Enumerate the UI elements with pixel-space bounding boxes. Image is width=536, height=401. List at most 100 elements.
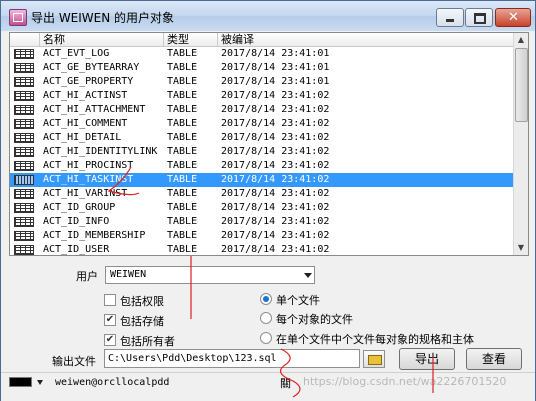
scroll-down-icon[interactable]: ▼ <box>514 241 528 255</box>
scroll-up-icon[interactable]: ▲ <box>514 33 528 47</box>
list-header: 名称 类型 被编译 <box>10 33 513 47</box>
table-row[interactable]: ACT_EVT_LOG TABLE 2017/8/14 23:41:01 <box>10 47 513 61</box>
table-row[interactable]: ACT_HI_DETAIL TABLE 2017/8/14 23:41:02 <box>10 131 513 145</box>
column-header-compiled[interactable]: 被编译 <box>218 33 513 46</box>
include-storage-label: 包括存储 <box>120 315 164 328</box>
include-storage-checkbox[interactable]: ✔ <box>104 314 116 326</box>
cell-name: ACT_HI_ATTACHMENT <box>43 104 146 115</box>
maximize-icon <box>474 13 486 24</box>
include-privileges-checkbox[interactable] <box>104 294 116 306</box>
view-button[interactable]: 查看 <box>466 348 522 370</box>
column-header-name[interactable]: 名称 <box>40 33 164 46</box>
table-row[interactable]: ACT_HI_PROCINST TABLE 2017/8/14 23:41:02 <box>10 159 513 173</box>
cell-compiled: 2017/8/14 23:41:02 <box>221 132 330 143</box>
table-icon <box>14 161 34 171</box>
cell-name: ACT_ID_USER <box>43 244 110 255</box>
include-owner-checkbox[interactable]: ✔ <box>104 334 116 346</box>
output-file-input[interactable]: C:\Users\Pdd\Desktop\123.sql <box>104 349 360 368</box>
cell-compiled: 2017/8/14 23:41:02 <box>221 230 330 241</box>
spec-and-body-label: 在单个文件中个文件每对象的规格和主体 <box>276 333 474 346</box>
table-icon <box>14 203 34 213</box>
cell-type: TABLE <box>167 244 198 255</box>
single-file-radio[interactable] <box>260 293 272 305</box>
cell-type: TABLE <box>167 146 198 157</box>
cell-compiled: 2017/8/14 23:41:02 <box>221 188 330 199</box>
cell-compiled: 2017/8/14 23:41:02 <box>221 104 330 115</box>
browse-button[interactable] <box>363 350 385 368</box>
cell-name: ACT_HI_IDENTITYLINK <box>43 146 158 157</box>
app-icon <box>9 9 27 26</box>
output-file-path: C:\Users\Pdd\Desktop\123.sql <box>108 353 277 364</box>
cell-type: TABLE <box>167 48 198 59</box>
table-row[interactable]: ACT_ID_USER TABLE 2017/8/14 23:41:02 <box>10 243 513 255</box>
column-header-type[interactable]: 类型 <box>164 33 218 46</box>
cell-type: TABLE <box>167 202 198 213</box>
cell-compiled: 2017/8/14 23:41:01 <box>221 62 330 73</box>
close-dialog-button[interactable]: 關 <box>280 375 291 391</box>
include-privileges-label: 包括权限 <box>120 295 164 308</box>
close-window-button[interactable]: ✕ <box>495 8 531 27</box>
table-row[interactable]: ACT_HI_ACTINST TABLE 2017/8/14 23:41:02 <box>10 89 513 103</box>
cell-type: TABLE <box>167 160 198 171</box>
maximize-button[interactable] <box>465 8 493 27</box>
cell-type: TABLE <box>167 230 198 241</box>
table-icon <box>14 91 34 101</box>
table-row[interactable]: ACT_GE_BYTEARRAY TABLE 2017/8/14 23:41:01 <box>10 61 513 75</box>
window-title: 导出 WEIWEN 的用户对象 <box>31 11 175 25</box>
user-select[interactable]: WEIWEN <box>105 266 315 284</box>
cell-type: TABLE <box>167 188 198 199</box>
cell-name: ACT_EVT_LOG <box>43 48 110 59</box>
object-list[interactable]: 名称 类型 被编译 ACT_EVT_LOG TABLE 2017/8/14 23:4… <box>9 32 529 256</box>
cell-compiled: 2017/8/14 23:41:01 <box>221 76 330 87</box>
table-icon <box>14 189 34 199</box>
list-rows: ACT_EVT_LOG TABLE 2017/8/14 23:41:01 ACT_GE… <box>10 47 513 255</box>
table-icon <box>14 77 34 87</box>
cell-name: ACT_HI_PROCINST <box>43 160 134 171</box>
cell-compiled: 2017/8/14 23:41:02 <box>221 146 330 157</box>
table-icon <box>14 217 34 227</box>
cell-compiled: 2017/8/14 23:41:02 <box>221 216 330 227</box>
include-owner-label: 包括所有者 <box>120 335 175 348</box>
cell-name: ACT_GE_BYTEARRAY <box>43 62 140 73</box>
table-row[interactable]: ACT_GE_PROPERTY TABLE 2017/8/14 23:41:01 <box>10 75 513 89</box>
table-row[interactable]: ACT_HI_VARINST TABLE 2017/8/14 23:41:02 <box>10 187 513 201</box>
cell-type: TABLE <box>167 118 198 129</box>
spec-and-body-radio[interactable] <box>260 332 272 344</box>
single-file-label: 单个文件 <box>276 294 320 307</box>
scroll-thumb[interactable] <box>515 48 528 122</box>
cell-compiled: 2017/8/14 23:41:02 <box>221 174 330 185</box>
table-row[interactable]: ACT_HI_COMMENT TABLE 2017/8/14 23:41:02 <box>10 117 513 131</box>
cell-type: TABLE <box>167 90 198 101</box>
table-icon <box>14 245 34 255</box>
cell-type: TABLE <box>167 62 198 73</box>
close-icon: ✕ <box>508 10 519 25</box>
table-row[interactable]: ACT_ID_GROUP TABLE 2017/8/14 23:41:02 <box>10 201 513 215</box>
table-row[interactable]: ACT_HI_TASKINST TABLE 2017/8/14 23:41:02 <box>10 173 513 187</box>
file-per-object-radio[interactable] <box>260 312 272 324</box>
vertical-scrollbar[interactable]: ▲ ▼ <box>513 33 528 255</box>
folder-icon <box>368 355 382 365</box>
table-row[interactable]: ACT_ID_MEMBERSHIP TABLE 2017/8/14 23:41:02 <box>10 229 513 243</box>
icon-column-header <box>10 33 40 46</box>
cell-name: ACT_ID_GROUP <box>43 202 116 213</box>
cell-compiled: 2017/8/14 23:41:02 <box>221 160 330 171</box>
cell-name: ACT_HI_DETAIL <box>43 132 122 143</box>
export-button[interactable]: 导出 <box>399 348 455 370</box>
chevron-down-icon <box>304 273 312 278</box>
cell-name: ACT_GE_PROPERTY <box>43 76 134 87</box>
user-select-value: WEIWEN <box>110 269 147 280</box>
table-icon <box>14 49 34 59</box>
table-row[interactable]: ACT_ID_INFO TABLE 2017/8/14 23:41:02 <box>10 215 513 229</box>
minimize-button[interactable] <box>436 8 464 27</box>
table-row[interactable]: ACT_HI_ATTACHMENT TABLE 2017/8/14 23:41:02 <box>10 103 513 117</box>
cell-type: TABLE <box>167 132 198 143</box>
table-icon <box>14 147 34 157</box>
cell-name: ACT_HI_VARINST <box>43 188 128 199</box>
file-per-object-label: 每个对象的文件 <box>276 313 353 326</box>
connection-color-swatch[interactable] <box>9 377 32 387</box>
table-icon <box>14 175 34 185</box>
cell-compiled: 2017/8/14 23:41:02 <box>221 118 330 129</box>
table-row[interactable]: ACT_HI_IDENTITYLINK TABLE 2017/8/14 23:41:… <box>10 145 513 159</box>
connection-dropdown-icon[interactable] <box>37 380 43 385</box>
cell-compiled: 2017/8/14 23:41:02 <box>221 202 330 213</box>
